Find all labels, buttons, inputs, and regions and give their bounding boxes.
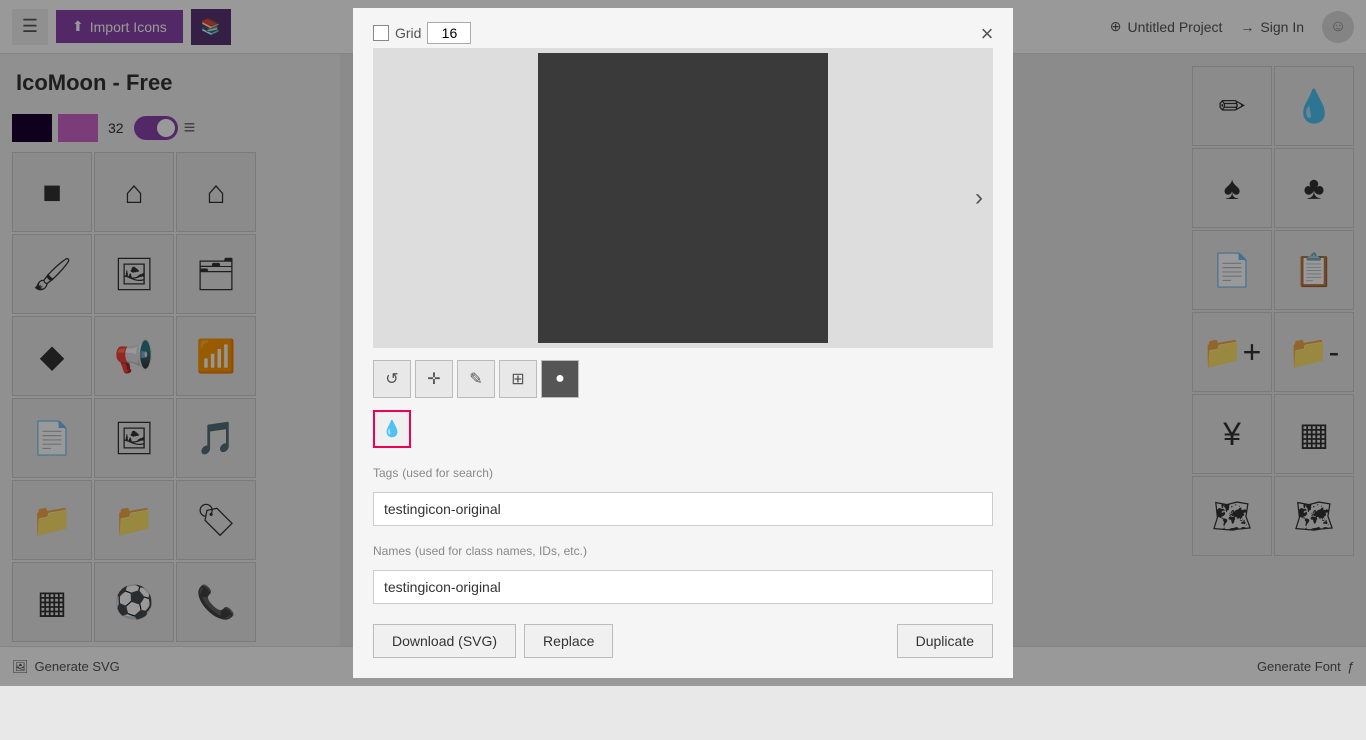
icon-edit-modal: Grid × › ↺ ✛ ✎ ⊞ ● 💧 xyxy=(353,8,1013,678)
grid-control: Grid xyxy=(373,22,471,44)
names-label: Names (used for class names, IDs, etc.) xyxy=(373,542,993,558)
names-input[interactable] xyxy=(373,570,993,604)
tool-buttons: ↺ ✛ ✎ ⊞ ● xyxy=(373,360,993,398)
reset-tool-button[interactable]: ↺ xyxy=(373,360,411,398)
icon-preview-canvas xyxy=(538,53,828,343)
duplicate-button[interactable]: Duplicate xyxy=(897,624,993,658)
grid-checkbox[interactable] xyxy=(373,25,389,41)
modal-actions: Download (SVG) Replace Duplicate xyxy=(373,624,993,658)
grid-tool-button[interactable]: ⊞ xyxy=(499,360,537,398)
color-swatch-button[interactable]: 💧 xyxy=(373,410,411,448)
tags-input[interactable] xyxy=(373,492,993,526)
download-svg-label: Download (SVG) xyxy=(392,633,497,649)
edit-tool-button[interactable]: ✎ xyxy=(457,360,495,398)
modal-close-button[interactable]: × xyxy=(973,20,1001,48)
color-tool-button[interactable]: ● xyxy=(541,360,579,398)
next-icon-button[interactable]: › xyxy=(975,184,983,212)
replace-label: Replace xyxy=(543,633,594,649)
duplicate-label: Duplicate xyxy=(916,633,974,649)
move-tool-button[interactable]: ✛ xyxy=(415,360,453,398)
replace-button[interactable]: Replace xyxy=(524,624,613,658)
color-sub-row: 💧 xyxy=(373,410,993,448)
grid-value-input[interactable] xyxy=(427,22,471,44)
color-fill-icon: ● xyxy=(555,370,565,388)
grid-label: Grid xyxy=(395,25,421,41)
download-svg-button[interactable]: Download (SVG) xyxy=(373,624,516,658)
chevron-right-icon: › xyxy=(975,184,983,211)
modal-overlay: Grid × › ↺ ✛ ✎ ⊞ ● 💧 xyxy=(0,0,1366,686)
close-icon: × xyxy=(981,21,994,47)
icon-preview-area: › xyxy=(373,48,993,348)
tags-label: Tags (used for search) xyxy=(373,464,993,480)
drop-icon: 💧 xyxy=(382,419,402,439)
